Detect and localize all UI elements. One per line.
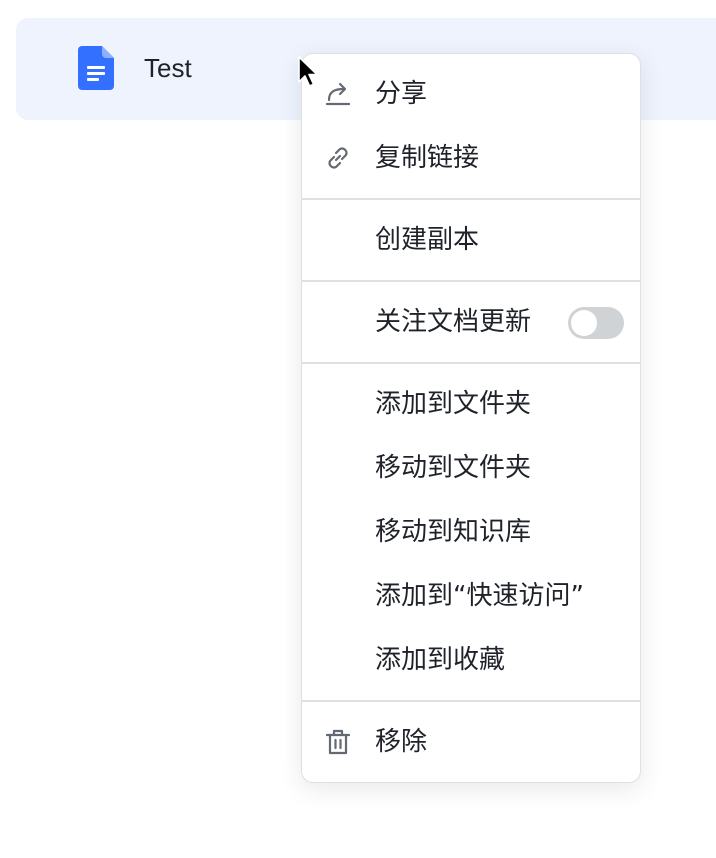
menu-divider <box>302 362 640 364</box>
menu-item-remove[interactable]: 移除 <box>302 710 640 774</box>
menu-item-label: 添加到“快速访问” <box>375 581 584 611</box>
menu-item-label: 添加到文件夹 <box>375 389 532 419</box>
share-icon <box>325 82 351 106</box>
menu-item-label: 分享 <box>375 79 428 109</box>
menu-item-add-to-quick-access[interactable]: 添加到“快速访问” <box>302 564 640 628</box>
toggle-knob <box>571 310 597 336</box>
menu-item-move-to-folder[interactable]: 移动到文件夹 <box>302 436 640 500</box>
follow-updates-toggle[interactable] <box>568 307 624 339</box>
menu-item-label: 移除 <box>375 727 428 757</box>
menu-item-copy-link[interactable]: 复制链接 <box>302 126 640 190</box>
file-name[interactable]: Test <box>144 51 192 85</box>
menu-divider <box>302 198 640 200</box>
trash-icon <box>325 729 351 755</box>
menu-divider <box>302 280 640 282</box>
link-icon <box>328 147 348 169</box>
menu-item-label: 移动到文件夹 <box>375 453 532 483</box>
menu-item-add-to-favorites[interactable]: 添加到收藏 <box>302 628 640 692</box>
menu-item-label: 添加到收藏 <box>375 645 506 675</box>
menu-item-share[interactable]: 分享 <box>302 62 640 126</box>
menu-item-follow-updates[interactable]: 关注文档更新 <box>302 290 640 354</box>
menu-item-move-to-wiki[interactable]: 移动到知识库 <box>302 500 640 564</box>
mouse-cursor-icon <box>298 56 318 87</box>
context-menu: 分享 复制链接 创建副本 关注文档更新 添加到文件夹 移动到文件夹 移动到知识库… <box>301 53 641 783</box>
menu-divider <box>302 700 640 702</box>
menu-item-add-to-folder[interactable]: 添加到文件夹 <box>302 372 640 436</box>
menu-item-duplicate[interactable]: 创建副本 <box>302 208 640 272</box>
google-doc-icon <box>78 46 114 90</box>
menu-item-label: 移动到知识库 <box>375 517 532 547</box>
menu-item-label: 复制链接 <box>375 143 480 173</box>
menu-item-label: 关注文档更新 <box>375 307 532 337</box>
menu-item-label: 创建副本 <box>375 225 480 255</box>
